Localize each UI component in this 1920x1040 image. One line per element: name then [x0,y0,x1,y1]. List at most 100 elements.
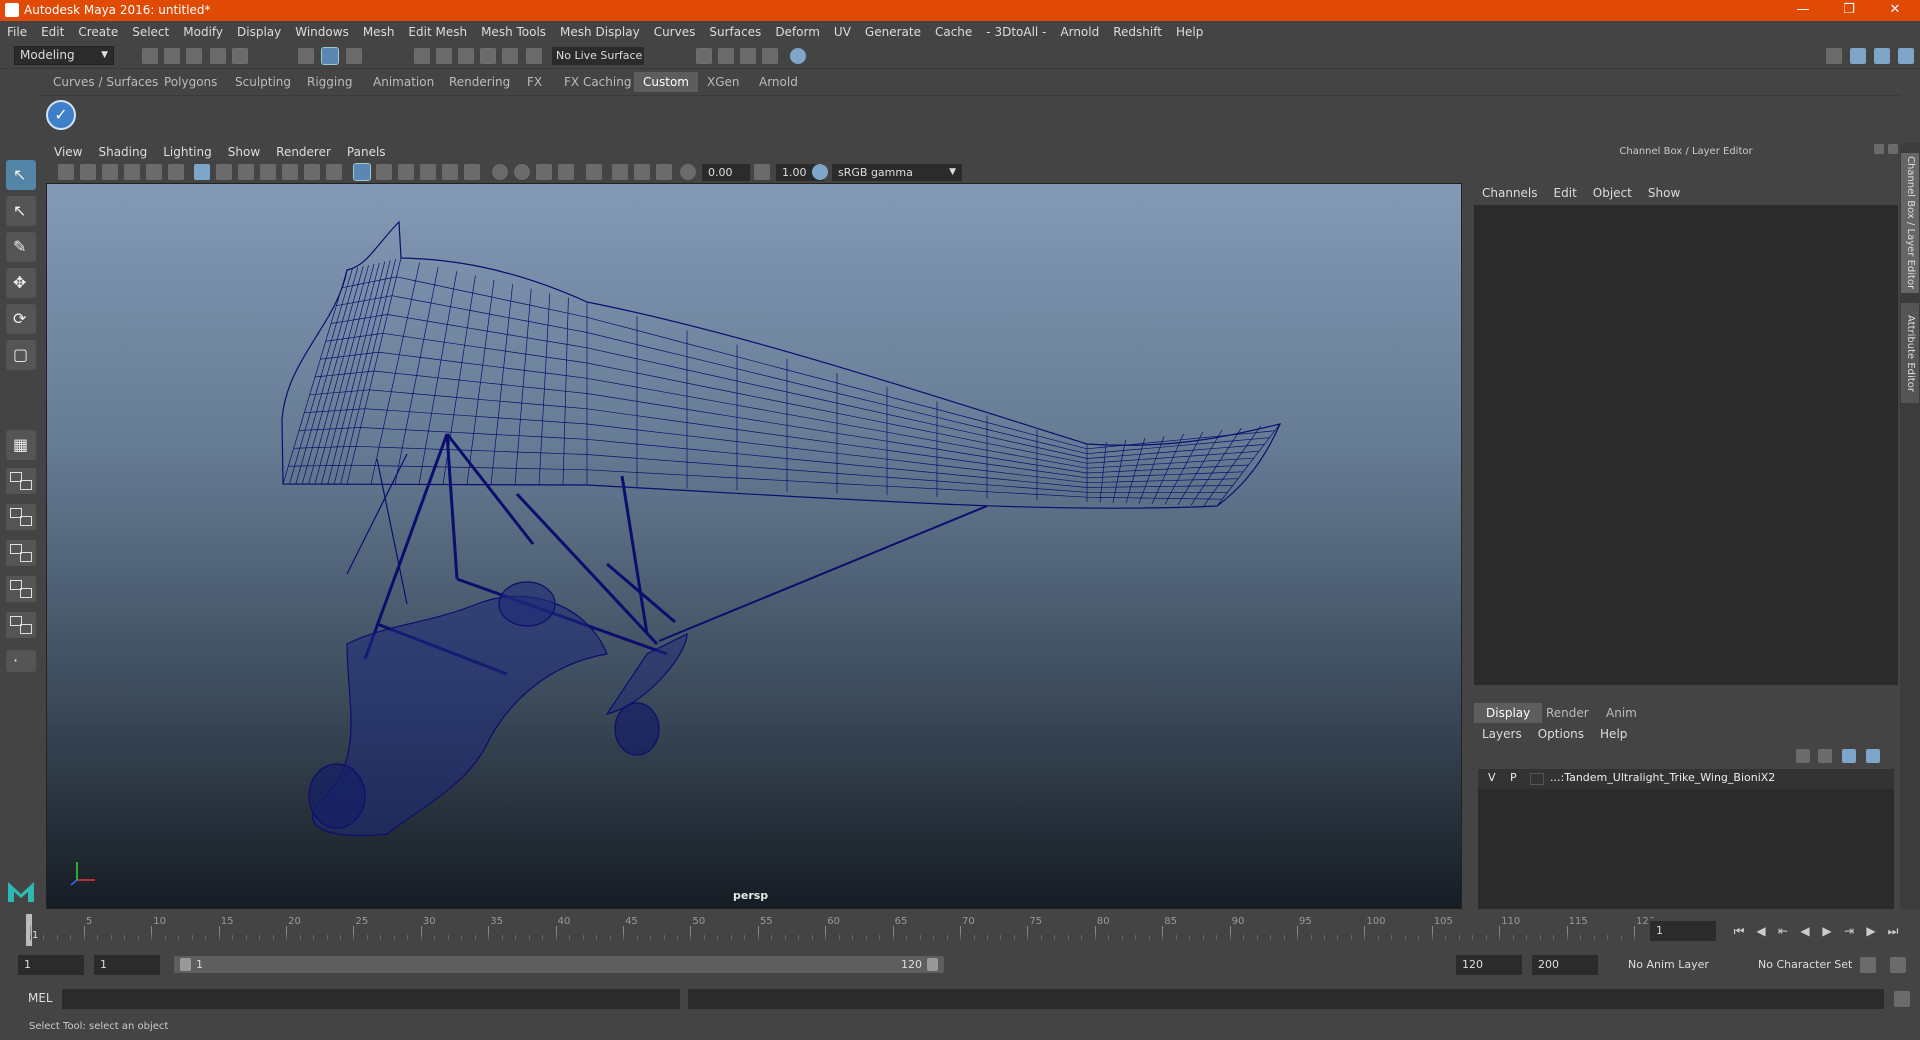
shelf-tab-fx[interactable]: FX [518,72,551,92]
shelf-tab-rendering[interactable]: Rendering [440,72,519,92]
smooth-shade-icon[interactable] [376,164,392,180]
safe-action-icon[interactable] [304,164,320,180]
shelf-tab-animation[interactable]: Animation [364,72,443,92]
menu-redshift[interactable]: Redshift [1106,21,1169,43]
render-settings-icon[interactable] [696,48,712,64]
menu-surfaces[interactable]: Surfaces [702,21,768,43]
menu-file[interactable]: File [0,21,34,43]
mode-selector[interactable]: Modeling ▼ [14,46,114,65]
close-button[interactable]: ✕ [1872,0,1918,21]
shelf-tab-rigging[interactable]: Rigging [298,72,361,92]
new-scene-icon[interactable] [142,48,158,64]
single-view-button[interactable]: ▦ [6,430,36,460]
layer-name[interactable]: ...:Tandem_Ultralight_Trike_Wing_BioniX2 [1550,771,1775,784]
paint-select-tool-button[interactable]: ✎ [6,232,36,262]
lasso-tool-button[interactable]: ↖ [6,196,36,226]
select-component-icon[interactable] [346,48,362,64]
menu-uv[interactable]: UV [827,21,858,43]
menu-help[interactable]: Help [1169,21,1210,43]
animation-preferences-icon[interactable] [1890,957,1906,973]
menu-cache[interactable]: Cache [928,21,979,43]
playback-end-field[interactable]: 120 [1456,955,1522,975]
menu-mesh-display[interactable]: Mesh Display [553,21,647,43]
menu-arnold[interactable]: Arnold [1053,21,1106,43]
shelf-tab-polygons[interactable]: Polygons [155,72,226,92]
play-backward-icon[interactable]: ◀ [1798,924,1812,938]
render-frame-icon[interactable] [718,48,734,64]
side-by-side-layout-button[interactable] [6,504,36,530]
menu-modify[interactable]: Modify [176,21,230,43]
motion-blur-icon[interactable] [514,164,530,180]
go-to-start-icon[interactable]: ⏮ [1732,924,1746,938]
close-panel-icon[interactable] [1888,144,1898,154]
ipr-render-icon[interactable] [740,48,756,64]
make-live-icon[interactable] [526,48,542,64]
gamma-icon[interactable] [754,164,770,180]
range-slider[interactable]: 1 120 [174,956,944,973]
layer-menu-layers[interactable]: Layers [1474,723,1530,745]
animation-end-field[interactable]: 200 [1532,955,1598,975]
image-plane-icon[interactable] [124,164,140,180]
anti-aliasing-icon[interactable] [536,164,552,180]
layer-tab-anim[interactable]: Anim [1594,703,1649,723]
menu-select[interactable]: Select [125,21,176,43]
menu-edit-mesh[interactable]: Edit Mesh [401,21,474,43]
select-hierarchy-icon[interactable] [298,48,314,64]
cb-menu-edit[interactable]: Edit [1546,183,1585,203]
four-view-layout-button[interactable] [6,468,36,494]
anim-layer-dropdown[interactable]: No Anim Layer▼ [1622,955,1760,975]
field-chart-icon[interactable] [282,164,298,180]
wireframe-icon[interactable] [353,163,371,181]
range-start-handle[interactable] [180,958,191,971]
float-panel-icon[interactable] [1874,144,1884,154]
workspace-icon[interactable] [1826,48,1842,64]
backface-culling-icon[interactable] [656,164,672,180]
cb-menu-object[interactable]: Object [1585,183,1640,203]
resolution-gate-icon[interactable] [238,164,254,180]
vp-menu-view[interactable]: View [46,143,90,161]
maximize-button[interactable]: ❐ [1826,0,1872,21]
open-scene-icon[interactable] [164,48,180,64]
ambient-occlusion-icon[interactable] [492,164,508,180]
shelf-tab-xgen[interactable]: XGen [698,72,749,92]
depth-of-field-icon[interactable] [558,164,574,180]
vp-menu-panels[interactable]: Panels [339,143,394,161]
shelf-tab-sculpting[interactable]: Sculpting [226,72,300,92]
play-forward-icon[interactable]: ▶ [1820,924,1834,938]
persp-outliner-layout-button[interactable] [6,612,36,638]
color-space-dropdown[interactable]: sRGB gamma ▼ [832,164,962,181]
2d-pan-zoom-icon[interactable] [146,164,162,180]
command-language-label[interactable]: MEL [28,991,53,1005]
grease-pencil-icon[interactable] [168,164,184,180]
camera-attributes-icon[interactable] [80,164,96,180]
shelf-tab-custom[interactable]: Custom [634,72,698,92]
layer-menu-options[interactable]: Options [1530,723,1592,745]
undo-icon[interactable] [210,48,226,64]
perspective-viewport[interactable]: persp [46,183,1462,909]
move-layer-down-icon[interactable] [1818,749,1832,763]
layer-playback-toggle[interactable]: P [1510,771,1517,784]
snap-surface-icon[interactable] [502,48,518,64]
outliner-persp-layout-button[interactable] [6,540,36,566]
bookmark-icon[interactable] [102,164,118,180]
step-forward-key-icon[interactable]: ⇥ [1842,924,1856,938]
grid-toggle-icon[interactable] [194,164,210,180]
snap-grid-icon[interactable] [414,48,430,64]
script-editor-icon[interactable] [1894,991,1910,1007]
move-tool-button[interactable]: ✥ [6,268,36,298]
checkmark-icon[interactable]: ✓ [46,100,76,130]
layer-color-swatch[interactable] [1530,773,1544,785]
film-gate-icon[interactable] [216,164,232,180]
vp-menu-renderer[interactable]: Renderer [268,143,339,161]
toggle-attribute-editor-icon[interactable] [1850,48,1866,64]
lights-icon[interactable] [442,164,458,180]
shelf-tab-arnold[interactable]: Arnold [750,72,807,92]
camera-icon[interactable] [58,164,74,180]
toggle-tool-settings-icon[interactable] [1874,48,1890,64]
menu-generate[interactable]: Generate [858,21,928,43]
render-view-icon[interactable] [762,48,778,64]
shadows-icon[interactable] [464,164,480,180]
menu-mesh-tools[interactable]: Mesh Tools [474,21,553,43]
step-back-key-icon[interactable]: ⇤ [1776,924,1790,938]
step-back-icon[interactable]: ◀ [1754,924,1768,938]
